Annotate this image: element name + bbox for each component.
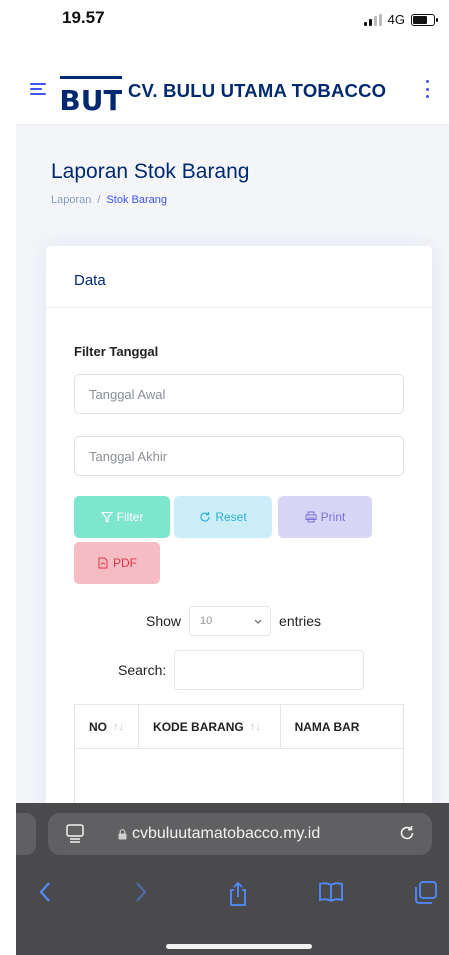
signal-icon [363, 13, 382, 26]
breadcrumb-separator: / [97, 194, 101, 206]
entries-suffix: entries [279, 613, 322, 629]
search-row: Search: [118, 650, 365, 690]
chevron-down-icon [254, 619, 262, 624]
print-button[interactable]: Print [278, 496, 372, 538]
phone-frame: 19.57 4G BUT CV. BULU UTAMA TOBACCO Lapo… [0, 0, 449, 955]
filter-icon [100, 511, 113, 523]
address-bar[interactable]: cvbuluutamatobacco.my.id [48, 813, 432, 855]
column-header-no[interactable]: NO ↑↓ [75, 705, 140, 748]
show-entries: Show 10 entries [146, 606, 321, 636]
pdf-icon [98, 557, 108, 569]
logo-text: BUT [60, 84, 122, 114]
page-title: Laporan Stok Barang [51, 160, 250, 183]
data-card: Data Filter Tanggal Tanggal Awal Tanggal… [46, 246, 432, 866]
column-header-label: NAMA BAR [294, 719, 360, 734]
app-header: BUT CV. BULU UTAMA TOBACCO [16, 44, 449, 124]
breadcrumb-current: Stok Barang [106, 194, 167, 206]
pdf-button-label: PDF [113, 556, 137, 570]
print-button-label: Print [320, 510, 346, 524]
screen: 19.57 4G BUT CV. BULU UTAMA TOBACCO Lapo… [16, 0, 449, 955]
back-icon[interactable] [38, 881, 52, 903]
breadcrumb: Laporan / Stok Barang [51, 194, 167, 206]
kebab-icon[interactable] [425, 80, 429, 98]
entries-value: 10 [200, 615, 213, 627]
network-label: 4G [387, 12, 405, 27]
lock-icon [118, 828, 127, 839]
menu-icon[interactable] [30, 83, 46, 95]
printer-icon [305, 511, 317, 523]
filter-label: Filter Tanggal [74, 344, 159, 359]
show-label: Show [146, 613, 182, 629]
filter-button[interactable]: Filter [74, 496, 170, 538]
status-bar: 19.57 4G [16, 0, 449, 44]
browser-toolbar [16, 875, 449, 915]
column-header-label: KODE BARANG [153, 719, 244, 734]
column-header-kode-barang[interactable]: KODE BARANG ↑↓ [139, 705, 281, 748]
brand-name[interactable]: CV. BULU UTAMA TOBACCO [128, 80, 386, 102]
start-date-input[interactable]: Tanggal Awal [74, 374, 404, 414]
tabs-icon[interactable] [414, 881, 438, 905]
url-text: cvbuluutamatobacco.my.id [132, 825, 321, 842]
previous-tab-peek[interactable] [16, 813, 36, 855]
end-date-input[interactable]: Tanggal Akhir [74, 436, 404, 476]
browser-bottom-bar: cvbuluutamatobacco.my.id [16, 803, 449, 955]
home-indicator[interactable] [166, 944, 312, 949]
reset-icon [200, 512, 210, 522]
status-indicators: 4G [363, 12, 438, 27]
reset-button[interactable]: Reset [174, 496, 272, 538]
sort-icon: ↑↓ [249, 720, 261, 733]
logo[interactable]: BUT [60, 74, 122, 114]
tab-overview-icon[interactable] [66, 824, 84, 844]
column-header-nama-barang[interactable]: NAMA BAR [281, 705, 403, 748]
column-header-label: NO [89, 719, 107, 734]
url-display[interactable]: cvbuluutamatobacco.my.id [118, 825, 320, 843]
battery-icon [411, 13, 438, 26]
reset-button-label: Reset [215, 510, 247, 524]
pdf-button[interactable]: PDF [74, 542, 160, 584]
card-title: Data [46, 246, 432, 308]
table-header-row: NO ↑↓ KODE BARANG ↑↓ NAMA BAR [75, 705, 403, 749]
filter-button-label: Filter [116, 510, 144, 524]
breadcrumb-root[interactable]: Laporan [51, 194, 91, 206]
entries-select[interactable]: 10 [189, 606, 272, 636]
share-icon[interactable] [228, 881, 248, 907]
bookmarks-icon[interactable] [318, 881, 344, 903]
status-time: 19.57 [62, 8, 105, 27]
sort-icon: ↑↓ [113, 720, 124, 733]
search-label: Search: [118, 662, 167, 678]
forward-icon[interactable] [134, 881, 148, 903]
reload-icon[interactable] [398, 824, 416, 842]
search-input[interactable] [174, 650, 365, 690]
